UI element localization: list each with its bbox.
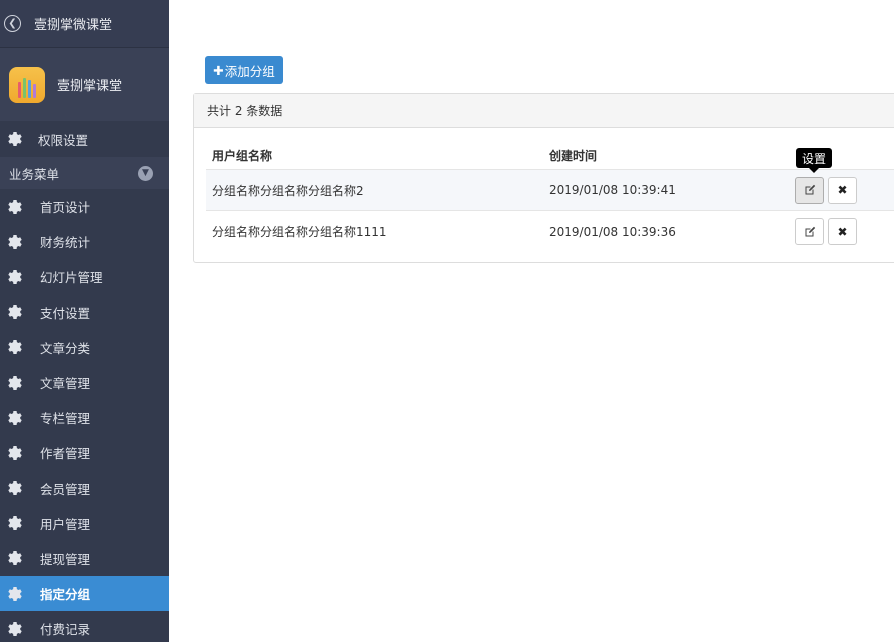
sidebar-item-permissions[interactable]: 权限设置 bbox=[0, 121, 169, 157]
gear-icon bbox=[8, 375, 22, 390]
sidebar-item-label: 提现管理 bbox=[40, 551, 91, 567]
delete-button[interactable]: ✖ bbox=[828, 176, 857, 204]
sidebar-item-label: 会员管理 bbox=[40, 481, 91, 497]
brand: 壹捌掌课堂 bbox=[0, 48, 169, 121]
main-content: ✚ 添加分组 共计 2 条数据 用户组名称 创建时间 分组名称分组名称分组名称2… bbox=[169, 0, 894, 642]
sidebar-item[interactable]: 首页设计 bbox=[0, 189, 169, 224]
sidebar-item-label: 付费记录 bbox=[40, 622, 91, 638]
edit-button[interactable] bbox=[795, 176, 824, 204]
close-icon: ✖ bbox=[837, 224, 848, 239]
gear-icon bbox=[8, 132, 22, 146]
sidebar-item[interactable]: 财务统计 bbox=[0, 224, 169, 259]
sidebar-item-label: 用户管理 bbox=[40, 516, 91, 532]
sidebar-item-label: 指定分组 bbox=[40, 587, 91, 603]
delete-button[interactable]: ✖ bbox=[828, 218, 857, 245]
gear-icon bbox=[8, 305, 22, 320]
sidebar-item-label: 文章管理 bbox=[40, 376, 91, 392]
sidebar-item-label: 财务统计 bbox=[40, 235, 91, 251]
created-time: 2019/01/08 10:39:36 bbox=[549, 224, 676, 239]
sidebar-item[interactable]: 支付设置 bbox=[0, 295, 169, 330]
groups-table: 用户组名称 创建时间 分组名称分组名称分组名称2 2019/01/08 10:3… bbox=[206, 142, 894, 252]
gear-icon bbox=[8, 340, 22, 355]
sidebar-item-label: 专栏管理 bbox=[40, 411, 91, 427]
sidebar: ❮ 壹捌掌微课堂 壹捌掌课堂 权限设置 业务菜单 ▼ 首页设计财务统计幻灯片管理… bbox=[0, 0, 169, 642]
sidebar-item[interactable]: 付费记录 bbox=[0, 611, 169, 642]
menu-group-business[interactable]: 业务菜单 ▼ bbox=[0, 157, 169, 189]
sidebar-item[interactable]: 文章管理 bbox=[0, 365, 169, 400]
table-header: 用户组名称 创建时间 bbox=[206, 142, 894, 170]
sidebar-item-label: 文章分类 bbox=[40, 340, 91, 356]
sidebar-item-label: 作者管理 bbox=[40, 446, 91, 462]
gear-icon bbox=[8, 234, 22, 249]
col-header-name: 用户组名称 bbox=[212, 149, 273, 163]
gear-icon bbox=[8, 269, 22, 284]
sidebar-item-label: 首页设计 bbox=[40, 200, 91, 216]
menu-list: 首页设计财务统计幻灯片管理支付设置文章分类文章管理专栏管理作者管理会员管理用户管… bbox=[0, 189, 169, 642]
logo-icon bbox=[9, 66, 45, 103]
close-icon: ✖ bbox=[837, 183, 848, 197]
edit-icon bbox=[805, 184, 815, 195]
sidebar-item[interactable]: 指定分组 bbox=[0, 576, 169, 612]
app-title: 壹捌掌微课堂 bbox=[34, 18, 113, 33]
chevron-down-icon[interactable]: ▼ bbox=[138, 165, 153, 181]
sidebar-item[interactable]: 幻灯片管理 bbox=[0, 259, 169, 294]
sidebar-item[interactable]: 专栏管理 bbox=[0, 400, 169, 435]
add-group-label: 添加分组 bbox=[224, 63, 275, 79]
gear-icon bbox=[8, 621, 22, 636]
gear-icon bbox=[8, 410, 22, 425]
gear-icon bbox=[8, 445, 22, 460]
edit-icon bbox=[805, 226, 815, 236]
group-name: 分组名称分组名称分组名称2 bbox=[212, 183, 364, 198]
table-row: 分组名称分组名称分组名称1111 2019/01/08 10:39:36 ✖ bbox=[206, 211, 894, 252]
groups-panel: 共计 2 条数据 用户组名称 创建时间 分组名称分组名称分组名称2 2019/0… bbox=[193, 93, 894, 263]
sidebar-item[interactable]: 文章分类 bbox=[0, 330, 169, 365]
edit-button[interactable] bbox=[795, 218, 824, 245]
sidebar-item[interactable]: 会员管理 bbox=[0, 471, 169, 506]
table-row: 分组名称分组名称分组名称2 2019/01/08 10:39:41 ✖ bbox=[206, 170, 894, 211]
gear-icon bbox=[8, 516, 22, 531]
gear-icon bbox=[8, 481, 22, 496]
gear-icon bbox=[8, 551, 22, 566]
sidebar-item[interactable]: 用户管理 bbox=[0, 506, 169, 541]
sidebar-item-label: 权限设置 bbox=[38, 132, 89, 148]
col-header-created: 创建时间 bbox=[549, 149, 598, 163]
group-name: 分组名称分组名称分组名称1111 bbox=[212, 225, 387, 239]
back-icon[interactable]: ❮ bbox=[4, 15, 21, 32]
created-time: 2019/01/08 10:39:41 bbox=[549, 183, 676, 197]
gear-icon bbox=[8, 199, 22, 214]
sidebar-header[interactable]: ❮ 壹捌掌微课堂 bbox=[0, 0, 169, 48]
sidebar-item-label: 支付设置 bbox=[40, 305, 91, 321]
plus-icon: ✚ bbox=[213, 62, 224, 78]
sidebar-item[interactable]: 提现管理 bbox=[0, 541, 169, 576]
add-group-button[interactable]: ✚ 添加分组 bbox=[205, 56, 283, 84]
tooltip: 设置 bbox=[796, 148, 833, 173]
sidebar-item[interactable]: 作者管理 bbox=[0, 435, 169, 470]
gear-icon bbox=[8, 586, 22, 601]
panel-summary: 共计 2 条数据 bbox=[194, 94, 894, 128]
brand-name: 壹捌掌课堂 bbox=[57, 79, 123, 94]
sidebar-item-label: 幻灯片管理 bbox=[40, 270, 103, 286]
menu-group-label: 业务菜单 bbox=[9, 166, 60, 182]
